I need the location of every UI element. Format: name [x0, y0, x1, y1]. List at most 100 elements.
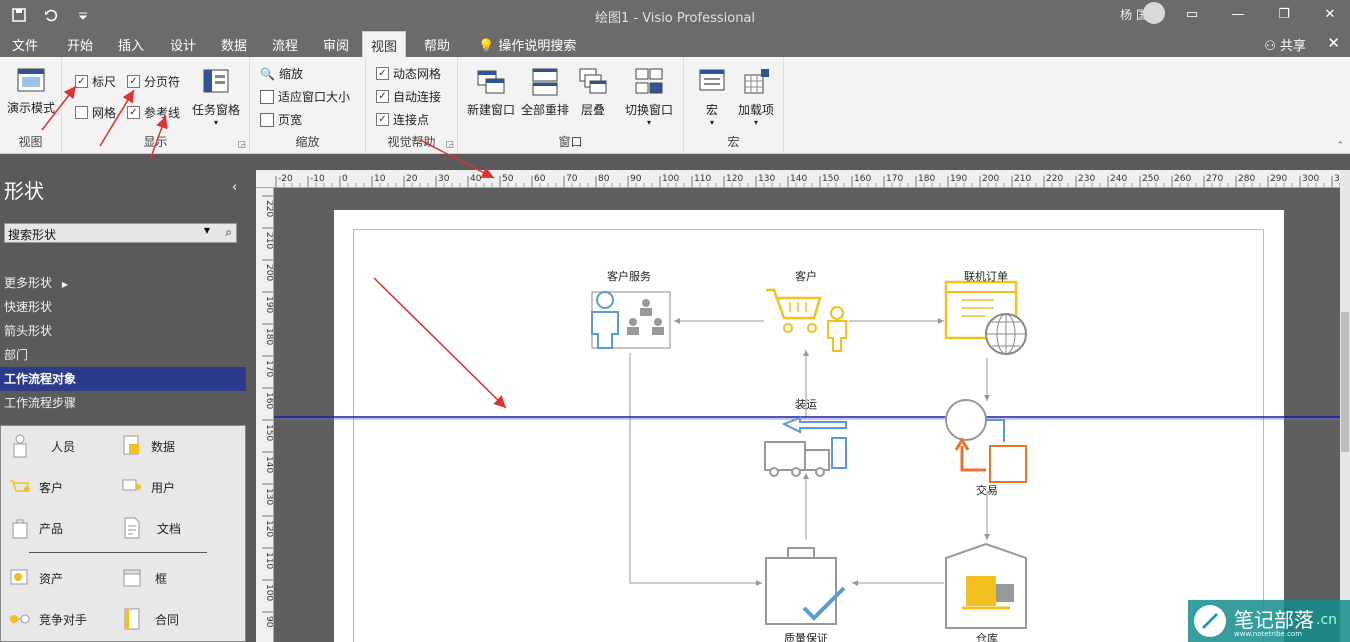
collapse-ribbon-icon[interactable]: ⌃	[1336, 141, 1344, 151]
customer-shape[interactable]	[766, 288, 847, 352]
group-label-window: 窗口	[558, 135, 583, 149]
shipping-shape[interactable]	[764, 416, 847, 477]
dropdown-arrow-icon: ▾	[646, 118, 651, 127]
restore-icon[interactable]: ❐	[1272, 2, 1296, 26]
dynamic-grid-checkbox[interactable]: ✓ 动态网格	[376, 65, 441, 82]
group-label-view: 视图	[18, 135, 43, 149]
contract-icon	[124, 608, 140, 630]
arrange-all-icon	[530, 67, 560, 97]
tab-review[interactable]: 审阅	[315, 34, 357, 55]
addins-button[interactable]: 加载项 ▾	[734, 67, 778, 127]
data-icon	[123, 435, 139, 455]
label-customer-service[interactable]: 客户服务	[607, 268, 651, 284]
quality-assurance-shape[interactable]	[765, 547, 846, 625]
label-quality-assurance[interactable]: 质量保证	[784, 630, 828, 642]
chevron-right-icon: ▶	[61, 280, 68, 289]
title-bar: 绘图1 - Visio Professional 杨 国平 ▭ — ❐ ✕	[0, 0, 1350, 30]
nav-quick-shapes[interactable]: 快速形状	[0, 295, 246, 319]
tab-process[interactable]: 流程	[264, 34, 306, 55]
tab-insert[interactable]: 插入	[110, 34, 152, 55]
collapse-pane-icon[interactable]: ‹	[232, 180, 237, 195]
close-icon[interactable]: ✕	[1318, 2, 1342, 26]
label-customer[interactable]: 客户	[795, 268, 817, 284]
macros-label: 宏	[705, 103, 718, 117]
label-online-order[interactable]: 联机订单	[964, 268, 1008, 284]
horizontal-ruler-ticks: -20 -10 0 10 20 30 40 50 60 70 80 90 100 110 120 130 140…	[275, 174, 1350, 187]
dropdown-arrow-icon: ▾	[753, 118, 758, 127]
tab-help[interactable]: 帮助	[416, 34, 458, 55]
warehouse-shape[interactable]	[945, 542, 1027, 629]
cascade-label: 层叠	[580, 103, 605, 117]
grid-checkbox[interactable]: 网格	[75, 104, 116, 121]
tab-view[interactable]: 视图	[362, 31, 407, 57]
customer-icon	[10, 480, 30, 492]
customer-service-shape[interactable]	[591, 291, 671, 349]
tab-home[interactable]: 开始	[59, 34, 101, 55]
minimize-icon[interactable]: —	[1226, 2, 1250, 26]
switch-windows-button[interactable]: 切换窗口 ▾	[620, 67, 678, 127]
dialog-launcher-icon[interactable]: ◲	[445, 140, 454, 150]
new-window-button[interactable]: 新建窗口	[466, 67, 516, 118]
dialog-launcher-icon[interactable]: ◲	[237, 140, 246, 150]
shape-contract[interactable]: 合同	[121, 607, 179, 631]
shape-frame[interactable]: 框	[121, 566, 167, 590]
page-width-button[interactable]: 页宽	[260, 111, 302, 128]
vertical-scrollbar-thumb[interactable]	[1341, 312, 1349, 452]
share-button[interactable]: ⚇ 共享	[1264, 35, 1306, 54]
task-pane-label: 任务窗格	[191, 103, 240, 117]
transaction-shape[interactable]	[945, 399, 1027, 483]
avatar[interactable]	[1143, 2, 1165, 24]
close-document-icon[interactable]: ✕	[1327, 34, 1340, 52]
asset-icon	[10, 569, 28, 585]
tab-file[interactable]: 文件	[4, 34, 46, 55]
shape-competitor[interactable]: 竞争对手	[9, 607, 87, 631]
shape-customer[interactable]: 客户	[9, 475, 63, 499]
guides-label: 参考线	[144, 106, 181, 120]
grid-label: 网格	[92, 106, 117, 120]
shape-document[interactable]: 文档	[121, 516, 181, 540]
shape-person[interactable]: 人员	[9, 434, 75, 458]
online-order-shape[interactable]	[944, 280, 1027, 355]
search-icon[interactable]: ⌕	[225, 225, 232, 240]
search-shapes-input[interactable]: 搜索形状 ▼ ⌕	[4, 223, 237, 243]
connection-points-checkbox[interactable]: ✓ 连接点	[376, 111, 429, 128]
guides-checkbox[interactable]: ✓ 参考线	[127, 104, 180, 121]
dropdown-arrow-icon[interactable]: ▼	[204, 226, 210, 235]
task-panes-button[interactable]: 任务窗格 ▾	[188, 67, 244, 127]
macros-button[interactable]: 宏 ▾	[694, 67, 730, 127]
tab-data[interactable]: 数据	[213, 34, 255, 55]
autoconnect-checkbox[interactable]: ✓ 自动连接	[376, 88, 441, 105]
shape-data[interactable]: 数据	[121, 434, 175, 458]
connector-service-to-quality[interactable]	[629, 353, 762, 586]
label-warehouse[interactable]: 仓库	[976, 630, 998, 642]
arrange-all-button[interactable]: 全部重排	[520, 67, 570, 118]
page-breaks-checkbox[interactable]: ✓ 分页符	[127, 73, 180, 90]
horizontal-ruler[interactable]: -20 -10 0 10 20 30 40 50 60 70 80 90 100 110 120 130 140…	[256, 170, 1350, 188]
drawing-canvas[interactable]: 客户服务 客户 联机订单 装运 交易 质量保证 仓库	[274, 188, 1340, 642]
shape-product[interactable]: 产品	[9, 516, 63, 540]
shape-user[interactable]: 用户	[121, 475, 175, 499]
fit-to-window-button[interactable]: 适应窗口大小	[260, 88, 350, 105]
presentation-mode-button[interactable]: 演示模式	[4, 65, 58, 116]
tab-design[interactable]: 设计	[162, 34, 204, 55]
ribbon-display-icon[interactable]: ▭	[1180, 2, 1204, 26]
nav-arrow-shapes[interactable]: 箭头形状	[0, 319, 246, 343]
zoom-button[interactable]: 🔍 缩放	[260, 65, 303, 82]
label-transaction[interactable]: 交易	[976, 482, 998, 498]
ruler-checkbox[interactable]: ✓ 标尺	[75, 73, 116, 90]
ruler-tick-label: 230	[1078, 174, 1095, 184]
ruler-tick-label: 140	[790, 174, 807, 184]
label-shipping[interactable]: 装运	[795, 396, 817, 412]
group-view: 演示模式 视图	[0, 57, 62, 154]
tab-tell-me[interactable]: 💡 操作说明搜索	[470, 34, 584, 55]
vertical-ruler[interactable]: 220 210 200 190 180 170 160 150 140 130 120 110 100 9…	[256, 188, 274, 642]
nav-more-shapes[interactable]: 更多形状 ▶	[0, 271, 246, 295]
nav-department[interactable]: 部门	[0, 343, 246, 367]
shape-asset[interactable]: 资产	[9, 566, 63, 590]
stencil-divider	[29, 552, 207, 553]
check-mark-icon: ✓	[127, 106, 140, 119]
nav-workflow-steps[interactable]: 工作流程步骤	[0, 391, 246, 415]
cascade-button[interactable]: 层叠	[572, 67, 614, 118]
shapes-pane: 形状 ‹ 搜索形状 ▼ ⌕ 更多形状 ▶ 快速形状 箭头形状 部门 工作流程对象…	[0, 155, 252, 642]
nav-workflow-objects[interactable]: 工作流程对象	[0, 367, 246, 391]
